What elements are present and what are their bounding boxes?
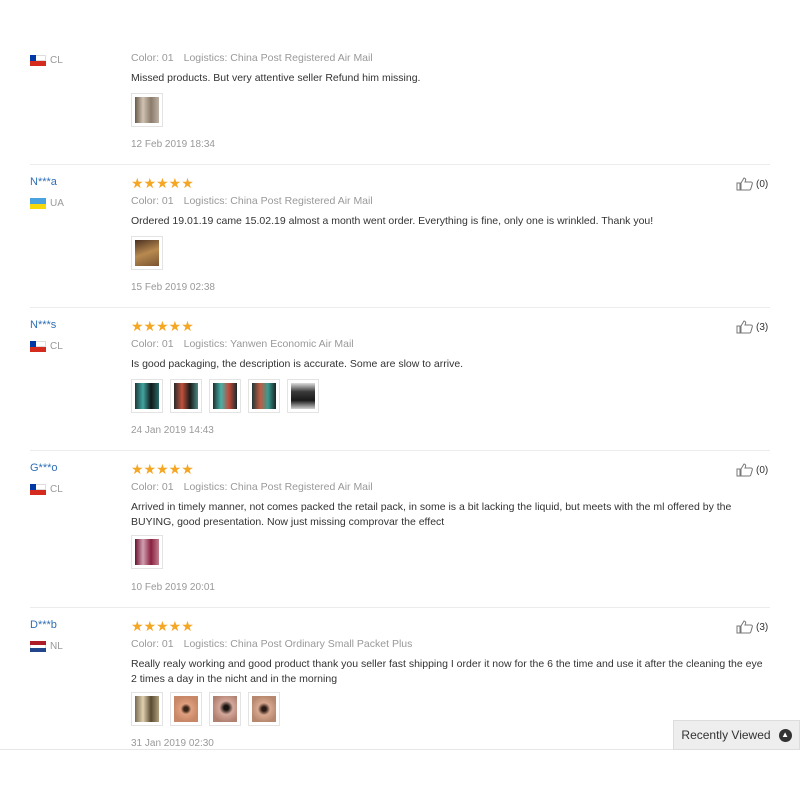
review-photo-thumbnail[interactable] (287, 379, 319, 413)
thumbs-up-icon (736, 320, 753, 334)
review-meta: Color: 01 Logistics: China Post Registere… (131, 52, 373, 64)
review-photo-thumbnail[interactable] (131, 236, 163, 270)
review-photo-thumbnail[interactable] (170, 692, 202, 726)
review-country: CL (30, 341, 63, 352)
review-photos (131, 535, 163, 569)
review-photo-thumbnail[interactable] (131, 535, 163, 569)
star-rating: ★★★★★ (131, 618, 194, 634)
recently-viewed-label: Recently Viewed (681, 728, 771, 742)
review-divider (30, 607, 770, 608)
review-country: CL (30, 55, 63, 66)
review-photo-thumbnail[interactable] (131, 379, 163, 413)
helpful-button[interactable]: (3) (736, 620, 768, 634)
review-text: Really realy working and good product th… (131, 658, 763, 685)
review-text: Ordered 19.01.19 came 15.02.19 almost a … (131, 215, 654, 227)
review-photos (131, 236, 163, 270)
review-text: Missed products. But very attentive sell… (131, 72, 421, 84)
review-photo-thumbnail[interactable] (209, 379, 241, 413)
review-date: 24 Jan 2019 14:43 (131, 425, 214, 436)
flag-cl-icon (30, 484, 46, 495)
review-photos (131, 692, 280, 726)
flag-cl-icon (30, 55, 46, 66)
review-photo-thumbnail[interactable] (248, 692, 280, 726)
review-divider (30, 307, 770, 308)
review-photos (131, 93, 163, 127)
review-text: Arrived in timely manner, not comes pack… (131, 501, 732, 528)
review-date: 31 Jan 2019 02:30 (131, 738, 214, 749)
review-photo-thumbnail[interactable] (209, 692, 241, 726)
review-divider (30, 450, 770, 451)
review-username[interactable]: D***b (30, 619, 57, 631)
review-country: NL (30, 641, 63, 652)
helpful-button[interactable]: (0) (736, 463, 768, 477)
flag-cl-icon (30, 341, 46, 352)
review-date: 12 Feb 2019 18:34 (131, 139, 215, 150)
flag-nl-icon (30, 641, 46, 652)
review-username[interactable]: G***o (30, 462, 58, 474)
review-date: 15 Feb 2019 02:38 (131, 282, 215, 293)
flag-ua-icon (30, 198, 46, 209)
review-country: UA (30, 198, 64, 209)
review-username[interactable]: N***s (30, 319, 56, 331)
review-username[interactable]: N***a (30, 176, 57, 188)
review-meta: Color: 01 Logistics: China Post Registere… (131, 195, 373, 207)
review-photo-thumbnail[interactable] (131, 93, 163, 127)
review-photos (131, 379, 319, 413)
review-meta: Color: 01 Logistics: Yanwen Economic Air … (131, 338, 354, 350)
review-country: CL (30, 484, 63, 495)
helpful-button[interactable]: (0) (736, 177, 768, 191)
review-meta: Color: 01 Logistics: China Post Ordinary … (131, 638, 413, 650)
thumbs-up-icon (736, 620, 753, 634)
star-rating: ★★★★★ (131, 318, 194, 334)
thumbs-up-icon (736, 177, 753, 191)
recently-viewed-button[interactable]: Recently Viewed ▲ (673, 720, 800, 750)
chevron-up-circle-icon: ▲ (778, 728, 792, 742)
review-photo-thumbnail[interactable] (248, 379, 280, 413)
star-rating: ★★★★★ (131, 461, 194, 477)
review-photo-thumbnail[interactable] (131, 692, 163, 726)
review-text: Is good packaging, the description is ac… (131, 358, 464, 370)
star-rating: ★★★★★ (131, 175, 194, 191)
review-date: 10 Feb 2019 20:01 (131, 582, 215, 593)
thumbs-up-icon (736, 463, 753, 477)
review-photo-thumbnail[interactable] (170, 379, 202, 413)
review-meta: Color: 01 Logistics: China Post Registere… (131, 481, 373, 493)
reviews-list: CL Color: 01 Logistics: China Post Regist… (0, 48, 800, 750)
review-divider (30, 164, 770, 165)
helpful-button[interactable]: (3) (736, 320, 768, 334)
